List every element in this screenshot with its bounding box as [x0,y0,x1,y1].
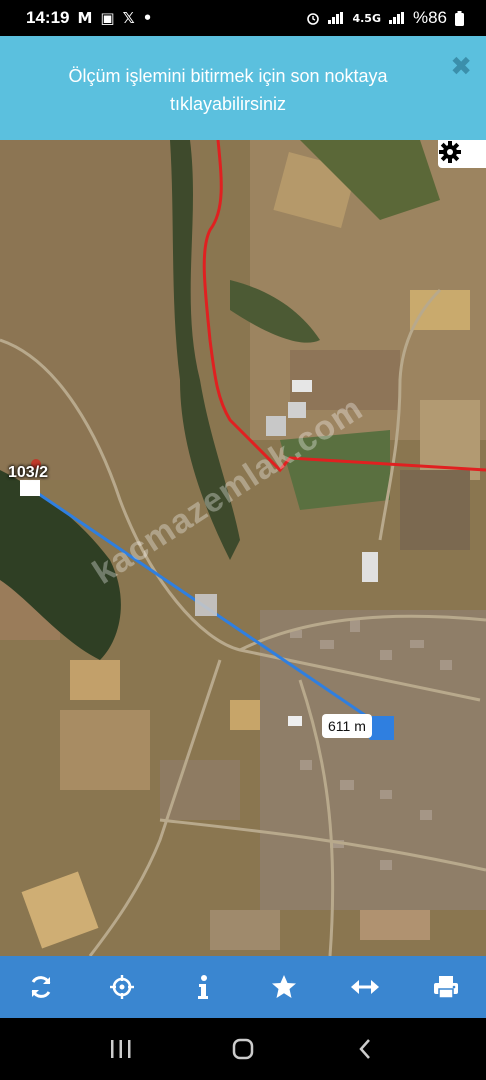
status-right: 4.5G %86 [306,8,464,28]
locate-button[interactable] [97,962,147,1012]
clock: 14:19 [26,8,70,27]
favorite-button[interactable] [259,962,309,1012]
map-imagery [0,140,486,956]
info-icon [197,975,208,999]
measure-icon [350,980,379,994]
close-icon[interactable]: ✖ [450,52,472,82]
print-button[interactable] [421,962,471,1012]
more-notifications-icon: • [142,9,153,27]
x-app-icon: 𝕏 [122,9,135,27]
home-button[interactable] [223,1029,263,1069]
alarm-icon [307,13,320,25]
gallery-icon: ▣ [100,9,115,27]
signal-icon [328,12,344,24]
parcel-label: 103/2 [8,464,49,481]
distance-label: 611 m [322,714,372,738]
refresh-icon [31,976,50,998]
measure-button[interactable] [340,962,390,1012]
recents-icon [111,1040,131,1058]
back-icon [359,1039,370,1059]
settings-button[interactable] [438,140,486,168]
print-icon [433,976,458,999]
network-type: 4.5G [352,11,381,25]
banner-message: Ölçüm işlemini bitirmek için son noktaya… [30,62,426,118]
locate-icon [109,975,134,999]
battery-percent: %86 [412,8,447,27]
gear-icon [439,141,461,163]
home-icon [232,1038,254,1060]
back-button[interactable] [345,1029,385,1069]
recents-button[interactable] [101,1029,141,1069]
status-left: 14:19 M ▣ 𝕏 • [26,8,152,28]
refresh-button[interactable] [16,962,66,1012]
system-nav-bar [0,1018,486,1080]
measure-start-handle [20,480,40,496]
info-banner: Ölçüm işlemini bitirmek için son noktaya… [0,36,486,140]
gmail-icon: M [77,9,93,27]
banner-line-2: tıklayabilirsiniz [169,94,287,114]
status-bar: 14:19 M ▣ 𝕏 • 4.5G %86 [0,0,486,36]
banner-line-1: Ölçüm işlemini bitirmek için son noktaya [68,66,388,86]
info-button[interactable] [178,962,228,1012]
measure-mid-handle [195,594,217,616]
satellite-map[interactable]: kacmazemlak.com 103/2 611 m [0,140,486,956]
favorite-icon [271,975,296,998]
battery-icon [455,10,464,26]
map-toolbar [0,956,486,1018]
signal-icon-2 [388,12,404,24]
